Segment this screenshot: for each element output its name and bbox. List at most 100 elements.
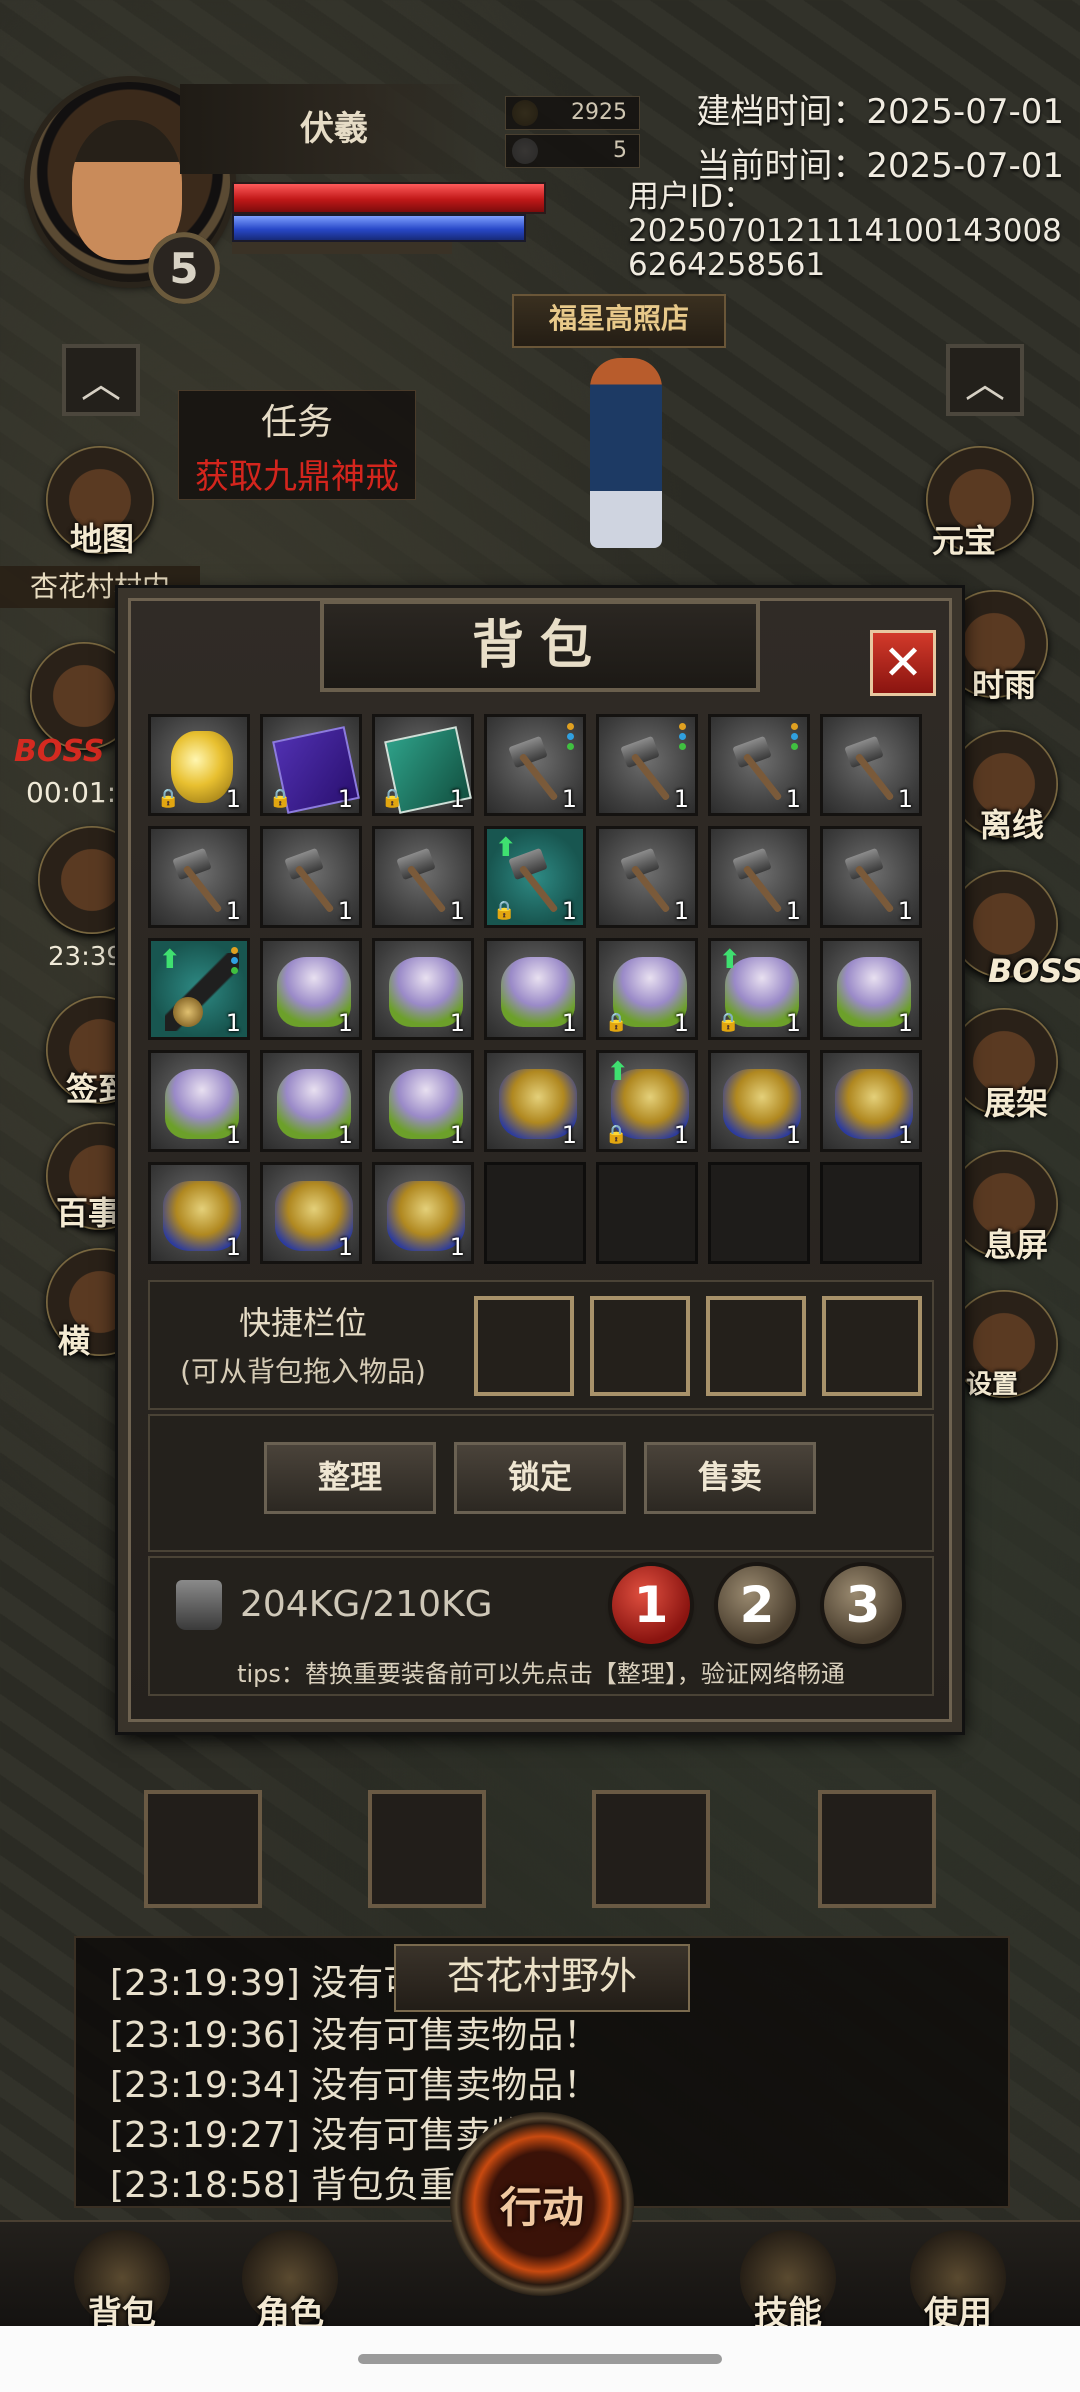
screen-off-label: 息屏 bbox=[984, 1226, 1049, 1264]
nav-role[interactable]: 角色 bbox=[220, 2230, 360, 2335]
inventory-slot[interactable]: 1 bbox=[148, 1162, 250, 1264]
inventory-slot[interactable]: 1 bbox=[148, 1050, 250, 1152]
inventory-slot[interactable]: 1 🔒 bbox=[148, 714, 250, 816]
gem-dots-icon bbox=[567, 723, 575, 753]
sort-button[interactable]: 整理 bbox=[264, 1442, 436, 1514]
inventory-slot[interactable]: 1 bbox=[820, 938, 922, 1040]
created-time: 建档时间：2025-07-01 bbox=[696, 92, 1064, 132]
npc-character[interactable] bbox=[590, 358, 662, 548]
inventory-slot[interactable] bbox=[484, 1162, 586, 1264]
quick-slot-hint: (可从背包拖入物品) bbox=[180, 1355, 426, 1388]
events-label: 百事 bbox=[56, 1194, 121, 1232]
item-quantity: 1 bbox=[561, 785, 577, 813]
hotbar-slot-3[interactable] bbox=[592, 1790, 710, 1908]
inventory-slot[interactable]: 1 bbox=[708, 826, 810, 928]
inventory-slot[interactable]: 1 bbox=[372, 1162, 474, 1264]
nav-skill[interactable]: 技能 bbox=[718, 2230, 858, 2335]
item-quantity: 1 bbox=[337, 1233, 353, 1261]
inventory-slot[interactable]: 1 bbox=[372, 1050, 474, 1152]
chat-line: [23:19:34] 没有可售卖物品！ bbox=[110, 2065, 600, 2106]
item-quantity: 1 bbox=[673, 897, 689, 925]
inventory-slot[interactable]: 1 bbox=[484, 714, 586, 816]
page-button-1[interactable]: 1 bbox=[612, 1566, 690, 1644]
lock-button[interactable]: 锁定 bbox=[454, 1442, 626, 1514]
offline-label: 离线 bbox=[980, 806, 1045, 844]
mp-bar bbox=[232, 214, 526, 242]
action-button[interactable]: 行动 bbox=[450, 2112, 634, 2296]
collapse-right-button[interactable]: ︿ bbox=[946, 344, 1024, 416]
inventory-slot[interactable]: 1 bbox=[596, 826, 698, 928]
upgrade-arrow-icon: ⬆ bbox=[719, 945, 741, 975]
home-indicator[interactable] bbox=[358, 2354, 722, 2364]
boss-label: BOSS bbox=[14, 734, 105, 769]
quick-slot-1[interactable] bbox=[474, 1296, 574, 1396]
quest-panel[interactable]: 任务 获取九鼎神戒 bbox=[178, 390, 416, 500]
hotbar-slot-1[interactable] bbox=[144, 1790, 262, 1908]
inventory-slot[interactable]: 1 bbox=[260, 826, 362, 928]
sell-button[interactable]: 售卖 bbox=[644, 1442, 816, 1514]
item-quantity: 1 bbox=[449, 1009, 465, 1037]
close-button[interactable]: ✕ bbox=[870, 630, 936, 696]
item-quantity: 1 bbox=[449, 897, 465, 925]
quick-slot-2[interactable] bbox=[590, 1296, 690, 1396]
inventory-slot[interactable]: 1 bbox=[372, 826, 474, 928]
quick-slot-label: 快捷栏位 bbox=[238, 1304, 367, 1342]
inventory-slot[interactable]: 1 bbox=[148, 826, 250, 928]
inventory-slot[interactable]: 1 bbox=[708, 1050, 810, 1152]
inventory-slot[interactable] bbox=[596, 1162, 698, 1264]
inventory-slot[interactable] bbox=[820, 1162, 922, 1264]
tips-text: tips：替换重要装备前可以先点击【整理】，验证网络畅通 bbox=[237, 1660, 845, 1688]
item-quantity: 1 bbox=[561, 897, 577, 925]
chevron-up-icon: ︿ bbox=[965, 361, 1005, 407]
yuanbao-label: 元宝 bbox=[932, 522, 997, 560]
inventory-slot[interactable]: 1 bbox=[260, 938, 362, 1040]
inventory-slot[interactable]: 1 🔒 ⬆ bbox=[596, 1050, 698, 1152]
hotbar-slot-2[interactable] bbox=[368, 1790, 486, 1908]
item-quantity: 1 bbox=[785, 1121, 801, 1149]
inventory-slot[interactable]: 1 bbox=[260, 1162, 362, 1264]
lock-icon: 🔒 bbox=[605, 1124, 628, 1145]
inventory-slot[interactable]: 1 🔒 bbox=[596, 938, 698, 1040]
inventory-slot[interactable]: 1 bbox=[484, 1050, 586, 1152]
inventory-slot[interactable]: 1 bbox=[820, 1050, 922, 1152]
item-quantity: 1 bbox=[337, 785, 353, 813]
close-icon: ✕ bbox=[882, 635, 924, 691]
hotbar-slot-4[interactable] bbox=[818, 1790, 936, 1908]
page-button-2[interactable]: 2 bbox=[718, 1566, 796, 1644]
inventory-slot[interactable]: 1 bbox=[820, 714, 922, 816]
quick-slot-3[interactable] bbox=[706, 1296, 806, 1396]
inventory-slot[interactable]: 1 🔒 bbox=[372, 714, 474, 816]
item-quantity: 1 bbox=[225, 1009, 241, 1037]
display-label: 展架 bbox=[984, 1084, 1049, 1122]
item-quantity: 1 bbox=[897, 785, 913, 813]
inventory-slot[interactable]: 1 bbox=[260, 1050, 362, 1152]
nav-use[interactable]: 使用 bbox=[888, 2230, 1028, 2335]
map-label: 地图 bbox=[70, 520, 135, 558]
inventory-slot[interactable]: 1 bbox=[820, 826, 922, 928]
inventory-slot[interactable] bbox=[708, 1162, 810, 1264]
item-quantity: 1 bbox=[449, 785, 465, 813]
inventory-slot[interactable]: 1 🔒 ⬆ bbox=[484, 826, 586, 928]
page-button-3[interactable]: 3 bbox=[824, 1566, 902, 1644]
inventory-slot[interactable]: 1 🔒 ⬆ bbox=[708, 938, 810, 1040]
item-quantity: 1 bbox=[673, 1009, 689, 1037]
inventory-slot[interactable]: 1 bbox=[484, 938, 586, 1040]
player-level-badge: 5 bbox=[148, 232, 220, 304]
inventory-slot[interactable]: 1 bbox=[372, 938, 474, 1040]
event-timer: 23:39 bbox=[48, 942, 123, 972]
inventory-slot[interactable]: 1 ⬆ bbox=[148, 938, 250, 1040]
inventory-slot[interactable]: 1 bbox=[596, 714, 698, 816]
boss-right-label: BOSS bbox=[988, 952, 1080, 990]
nav-bag[interactable]: 背包 bbox=[52, 2230, 192, 2335]
upgrade-arrow-icon: ⬆ bbox=[607, 1057, 629, 1087]
item-quantity: 1 bbox=[449, 1121, 465, 1149]
quest-desc: 获取九鼎神戒 bbox=[195, 457, 399, 497]
item-quantity: 1 bbox=[561, 1009, 577, 1037]
inventory-slot[interactable]: 1 🔒 bbox=[260, 714, 362, 816]
inventory-slot[interactable]: 1 bbox=[708, 714, 810, 816]
collapse-left-button[interactable]: ︿ bbox=[62, 344, 140, 416]
player-name: 伏羲 bbox=[180, 84, 480, 174]
lock-icon: 🔒 bbox=[717, 1012, 740, 1033]
quick-slot-4[interactable] bbox=[822, 1296, 922, 1396]
item-quantity: 1 bbox=[449, 1233, 465, 1261]
